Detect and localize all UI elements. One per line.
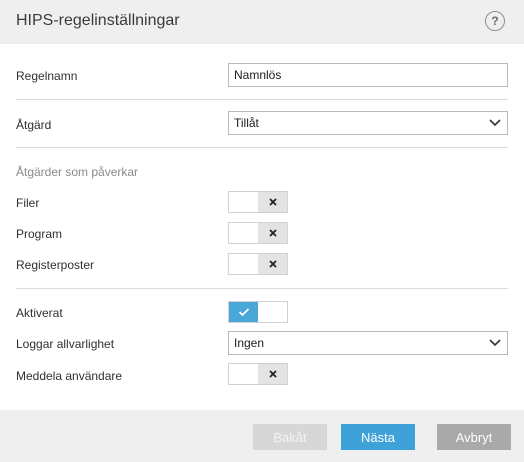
close-icon	[268, 370, 277, 378]
cancel-button[interactable]: Avbryt	[437, 424, 511, 450]
back-button[interactable]: Bakåt	[253, 424, 327, 450]
files-toggle[interactable]	[228, 191, 288, 213]
notify-user-label: Meddela användare	[16, 369, 123, 383]
dialog-footer: Bakåt Nästa Avbryt	[0, 410, 524, 462]
enabled-toggle[interactable]	[228, 301, 288, 323]
divider	[16, 99, 508, 100]
help-icon[interactable]: ?	[485, 11, 505, 31]
chevron-down-icon	[489, 339, 501, 347]
close-icon	[268, 260, 277, 268]
check-icon	[238, 308, 249, 317]
action-select[interactable]: Tillåt	[228, 111, 508, 135]
close-icon	[268, 229, 277, 237]
rule-name-input[interactable]: Namnlös	[228, 63, 508, 87]
programs-toggle[interactable]	[228, 222, 288, 244]
registry-toggle[interactable]	[228, 253, 288, 275]
affecting-heading: Åtgärder som påverkar	[16, 165, 139, 179]
log-severity-label: Loggar allvarlighet	[16, 337, 115, 351]
notify-user-toggle[interactable]	[228, 363, 288, 385]
enabled-label: Aktiverat	[16, 306, 63, 320]
dialog-header: HIPS-regelinställningar ?	[0, 0, 524, 44]
log-severity-value: Ingen	[234, 336, 265, 350]
chevron-down-icon	[489, 119, 501, 127]
registry-label: Registerposter	[16, 258, 95, 272]
action-select-value: Tillåt	[234, 116, 259, 130]
log-severity-select[interactable]: Ingen	[228, 331, 508, 355]
action-label: Åtgärd	[16, 118, 52, 132]
files-label: Filer	[16, 196, 40, 210]
programs-label: Program	[16, 227, 63, 241]
close-icon	[268, 198, 277, 206]
next-button[interactable]: Nästa	[341, 424, 415, 450]
rule-name-label: Regelnamn	[16, 69, 78, 83]
divider	[16, 147, 508, 148]
divider	[16, 288, 508, 289]
dialog-title: HIPS-regelinställningar	[16, 12, 180, 29]
